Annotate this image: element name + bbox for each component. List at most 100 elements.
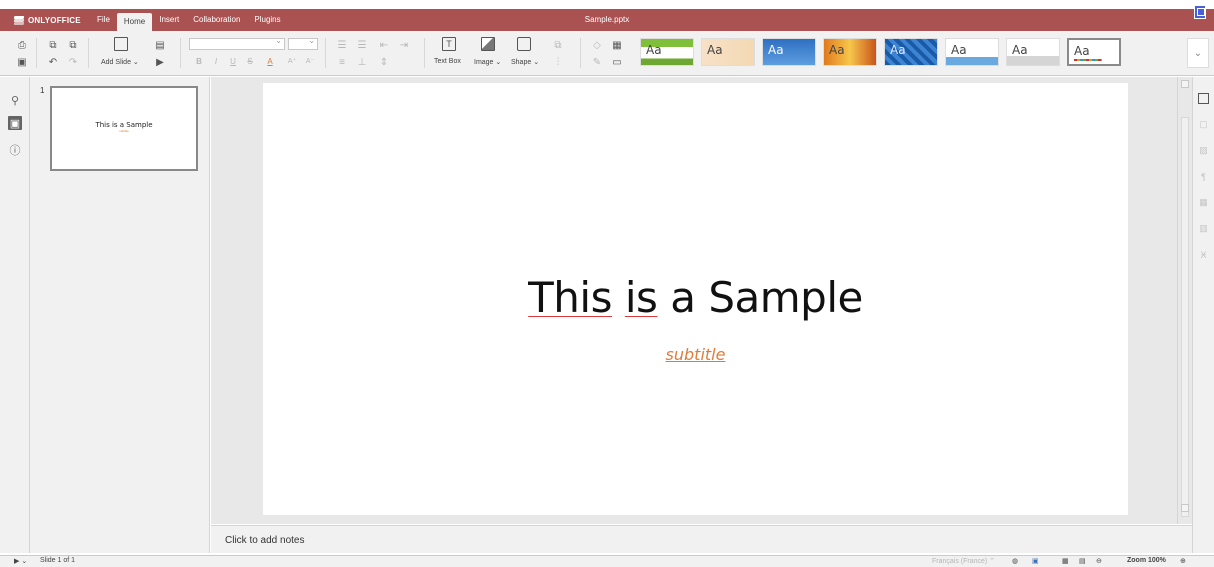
scroll-up-button[interactable] bbox=[1181, 80, 1189, 88]
decrease-indent-icon[interactable]: ⇤ bbox=[378, 39, 390, 51]
slide-layout-icon[interactable]: ▤ bbox=[154, 39, 166, 51]
theme-thumbnail[interactable]: Aa bbox=[1006, 38, 1060, 66]
slide-size-icon[interactable]: ▭ bbox=[611, 56, 623, 68]
slide-thumbnail[interactable]: This is a Sample subtitle bbox=[50, 86, 198, 171]
arrange-icon[interactable]: ⧉ bbox=[552, 39, 564, 51]
table-settings-icon[interactable]: ▦ bbox=[1198, 197, 1209, 208]
copy-style-icon[interactable]: ✎ bbox=[591, 56, 603, 68]
slide-canvas[interactable]: This is a Sample subtitle bbox=[263, 83, 1128, 515]
slide-title-word: This bbox=[528, 273, 612, 322]
notes-panel[interactable]: Click to add notes bbox=[211, 525, 1192, 553]
theme-thumbnail[interactable]: Aa bbox=[640, 38, 694, 66]
theme-thumbnail[interactable]: Aa bbox=[823, 38, 877, 66]
text-art-settings-icon[interactable]: Ӿ bbox=[1198, 249, 1209, 260]
image-icon[interactable] bbox=[481, 37, 495, 51]
right-panel-rail: ▢ ▨ ¶ ▦ ▥ Ӿ bbox=[1192, 77, 1214, 553]
vertical-align-icon[interactable]: ⊥ bbox=[356, 56, 368, 68]
globe-icon[interactable]: ◍ bbox=[1012, 557, 1018, 565]
slide-title-rest: a Sample bbox=[670, 273, 863, 322]
tab-file[interactable]: File bbox=[90, 9, 117, 31]
toolbar-separator bbox=[36, 38, 37, 68]
paragraph-settings-icon[interactable]: ¶ bbox=[1198, 171, 1209, 182]
horizontal-align-icon[interactable]: ≡ bbox=[336, 56, 348, 68]
notes-placeholder[interactable]: Click to add notes bbox=[225, 535, 305, 546]
menu-tabs: File Home Insert Collaboration Plugins bbox=[90, 9, 288, 31]
onlyoffice-logo-icon bbox=[13, 16, 25, 25]
clear-style-icon[interactable]: ◇ bbox=[591, 39, 603, 51]
font-family-select[interactable] bbox=[189, 36, 285, 50]
add-slide-icon[interactable] bbox=[114, 37, 128, 51]
redo-icon[interactable]: ↷ bbox=[67, 56, 79, 68]
toolbar-separator bbox=[580, 38, 581, 68]
app-logo-text: ONLYOFFICE bbox=[28, 15, 81, 25]
start-slideshow-icon[interactable]: ▶ bbox=[154, 56, 166, 68]
toolbar-separator bbox=[424, 38, 425, 68]
copy-icon[interactable]: ⧉ bbox=[47, 39, 59, 51]
bullets-icon[interactable]: ☰ bbox=[336, 39, 348, 51]
theme-thumbnail[interactable]: Aa bbox=[884, 38, 938, 66]
slides-panel-icon[interactable]: ▣ bbox=[8, 116, 22, 130]
theme-label: Aa bbox=[1074, 44, 1090, 58]
theme-thumbnail[interactable]: Aa bbox=[945, 38, 999, 66]
zoom-in-icon[interactable]: ⊕ bbox=[1180, 557, 1186, 565]
increase-font-icon[interactable]: A⁺ bbox=[286, 55, 298, 67]
shape-settings-icon[interactable]: ▢ bbox=[1198, 119, 1209, 130]
tab-home[interactable]: Home bbox=[116, 13, 153, 31]
scroll-down-button[interactable] bbox=[1181, 504, 1189, 512]
image-settings-icon[interactable]: ▨ bbox=[1198, 145, 1209, 156]
tab-plugins[interactable]: Plugins bbox=[247, 9, 287, 31]
about-icon[interactable]: ⓘ bbox=[8, 143, 22, 157]
italic-button[interactable]: I bbox=[210, 55, 222, 67]
add-slide-label[interactable]: Add Slide ⌄ bbox=[101, 58, 139, 66]
language-selector[interactable]: Français (France) ⌃ bbox=[932, 557, 995, 565]
font-size-select[interactable] bbox=[288, 36, 318, 50]
title-bar: ONLYOFFICE File Home Insert Collaboratio… bbox=[0, 5, 1214, 31]
theme-thumbnail-selected[interactable]: Aa bbox=[1067, 38, 1121, 66]
text-box-icon[interactable]: T bbox=[442, 37, 456, 51]
save-icon[interactable]: ▣ bbox=[16, 56, 28, 68]
align-shape-icon[interactable]: ⫶ bbox=[552, 56, 564, 68]
shape-button[interactable]: Shape ⌄ bbox=[511, 58, 539, 66]
image-button[interactable]: Image ⌄ bbox=[474, 58, 501, 66]
theme-thumbnail[interactable]: Aa bbox=[762, 38, 816, 66]
tab-collaboration[interactable]: Collaboration bbox=[186, 9, 247, 31]
open-location-icon[interactable] bbox=[1194, 5, 1206, 19]
slide-number: 1 bbox=[40, 86, 45, 95]
status-bar: ▶ ⌄ Slide 1 of 1 Français (France) ⌃ ◍ ▣… bbox=[0, 555, 1214, 567]
decrease-font-icon[interactable]: A⁻ bbox=[304, 55, 316, 67]
chart-settings-icon[interactable]: ▥ bbox=[1198, 223, 1209, 234]
slide-title[interactable]: This is a Sample bbox=[263, 273, 1128, 322]
text-box-button[interactable]: Text Box bbox=[434, 58, 461, 65]
line-spacing-icon[interactable]: ⇕ bbox=[378, 56, 390, 68]
slideshow-menu-icon[interactable]: ▶ ⌄ bbox=[14, 557, 27, 565]
fit-to-width-icon[interactable]: ▤ bbox=[1079, 557, 1086, 565]
slide-settings-icon[interactable] bbox=[1198, 93, 1209, 104]
vertical-scrollbar[interactable] bbox=[1177, 77, 1192, 524]
color-scheme-icon[interactable]: ▦ bbox=[611, 39, 623, 51]
bold-button[interactable]: B bbox=[193, 55, 205, 67]
slide-subtitle[interactable]: subtitle bbox=[263, 345, 1128, 364]
underline-button[interactable]: U bbox=[227, 55, 239, 67]
thumbnail-title: This is a Sample bbox=[95, 121, 153, 129]
undo-icon[interactable]: ↶ bbox=[47, 56, 59, 68]
slide-title-word: is bbox=[624, 273, 658, 322]
scroll-thumb[interactable] bbox=[1181, 117, 1189, 517]
search-icon[interactable]: ⚲ bbox=[8, 93, 22, 107]
fit-to-slide-icon[interactable]: ▦ bbox=[1062, 557, 1069, 565]
font-color-button[interactable]: A bbox=[264, 55, 276, 67]
zoom-out-icon[interactable]: ⊖ bbox=[1096, 557, 1102, 565]
zoom-level: Zoom 100% bbox=[1127, 557, 1166, 564]
print-icon[interactable]: ⎙ bbox=[16, 39, 28, 51]
numbering-icon[interactable]: ☰ bbox=[356, 39, 368, 51]
spellcheck-icon[interactable]: ▣ bbox=[1032, 557, 1039, 565]
toolbar-separator bbox=[88, 38, 89, 68]
shape-icon[interactable] bbox=[517, 37, 531, 51]
theme-gallery-expand-icon[interactable]: ⌄ bbox=[1187, 38, 1209, 68]
home-toolbar: ⎙ ▣ ⧉ ⧉ ↶ ↷ Add Slide ⌄ ▤ ▶ B I U S A A⁺… bbox=[0, 31, 1214, 76]
slide-counter: Slide 1 of 1 bbox=[40, 557, 76, 564]
paste-icon[interactable]: ⧉ bbox=[67, 39, 79, 51]
strikethrough-button[interactable]: S bbox=[244, 55, 256, 67]
increase-indent-icon[interactable]: ⇥ bbox=[398, 39, 410, 51]
theme-thumbnail[interactable]: Aa bbox=[701, 38, 755, 66]
tab-insert[interactable]: Insert bbox=[152, 9, 186, 31]
